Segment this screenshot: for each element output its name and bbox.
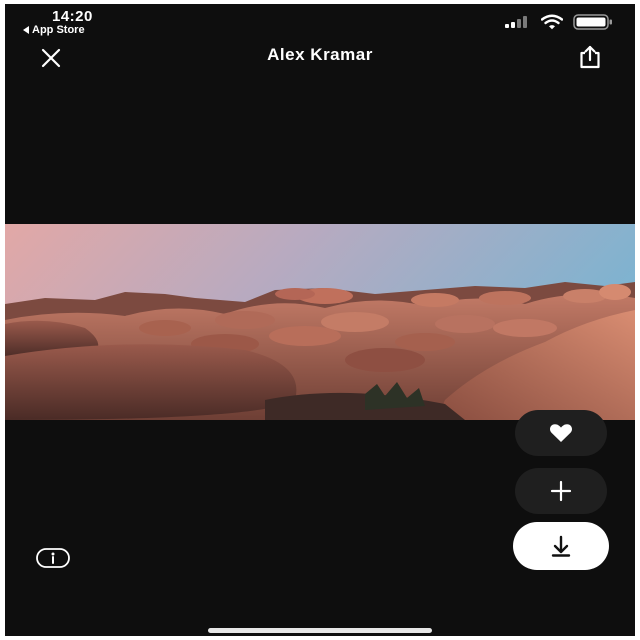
info-button[interactable] xyxy=(35,546,71,570)
photo-viewer-screen: 14:20 App Store Alex Kramar xyxy=(5,4,635,636)
share-button[interactable] xyxy=(575,42,605,72)
battery-icon xyxy=(573,14,612,30)
add-to-collection-button[interactable] xyxy=(515,468,607,514)
photographer-name-title: Alex Kramar xyxy=(267,45,373,64)
heart-icon xyxy=(550,424,572,442)
status-indicators xyxy=(505,14,613,30)
download-arrow-icon xyxy=(551,535,571,557)
back-app-label: App Store xyxy=(32,24,85,36)
share-icon xyxy=(580,45,600,69)
plus-icon xyxy=(550,480,572,502)
photo-image xyxy=(5,224,635,420)
desert-rock-formation-photo[interactable] xyxy=(5,224,635,420)
download-button[interactable] xyxy=(513,522,609,570)
like-button[interactable] xyxy=(515,410,607,456)
home-indicator[interactable] xyxy=(208,628,432,633)
status-time: 14:20 xyxy=(52,8,93,25)
cellular-signal-icon xyxy=(505,16,527,28)
info-icon xyxy=(36,548,70,568)
back-triangle-icon xyxy=(23,26,29,34)
back-to-app-link[interactable]: App Store xyxy=(23,24,85,36)
wifi-icon xyxy=(541,14,563,30)
